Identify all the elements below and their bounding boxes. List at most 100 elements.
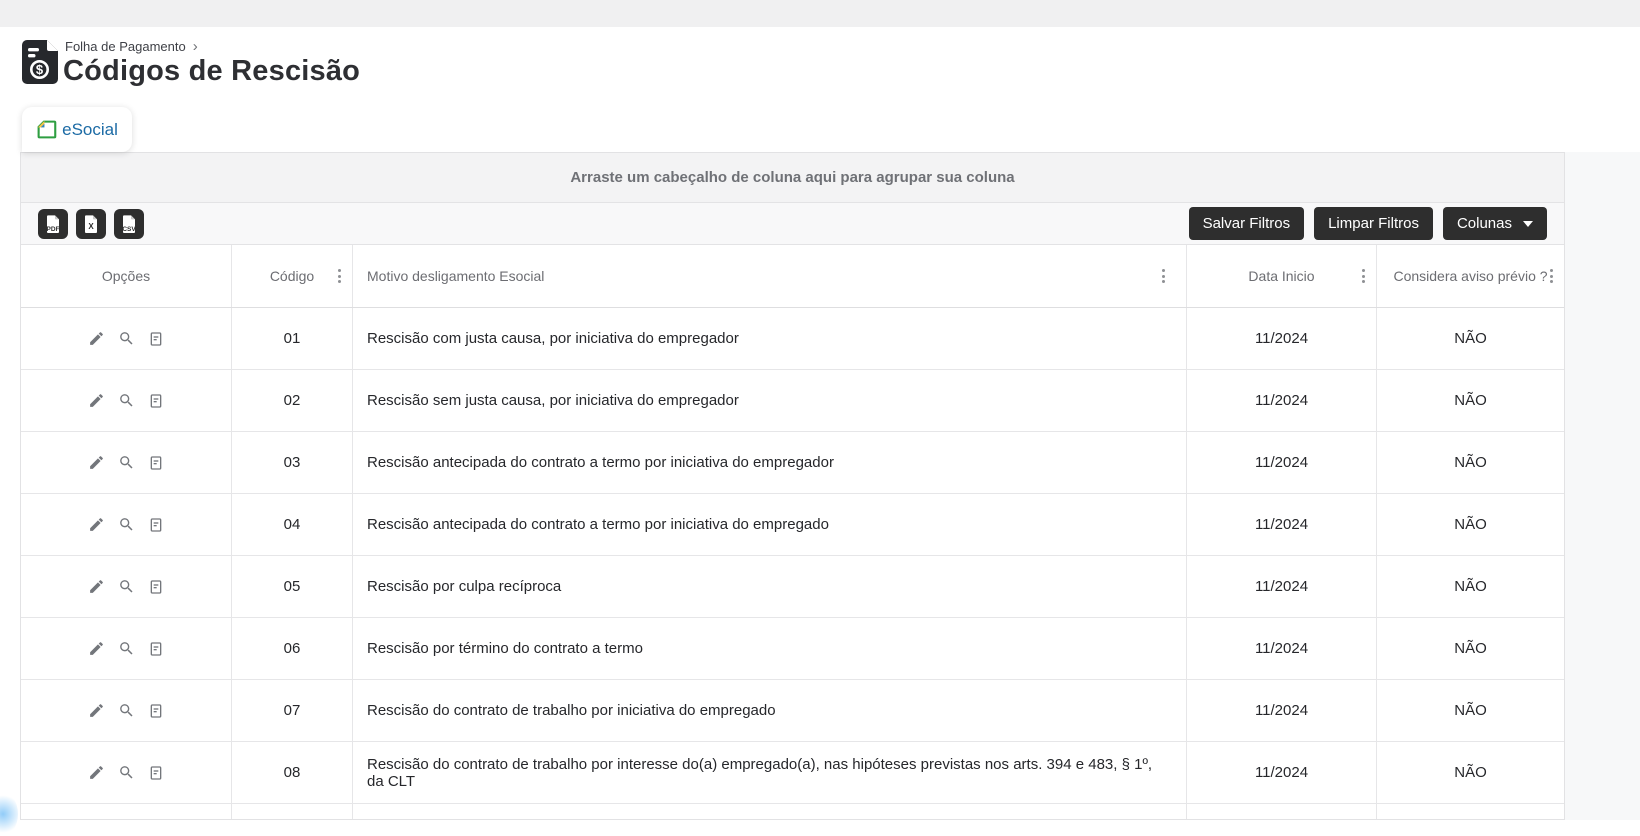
column-header-opcoes[interactable]: Opções (21, 245, 232, 307)
column-menu-icon[interactable] (1359, 265, 1368, 287)
row-actions-cell (21, 432, 232, 493)
considera-aviso-cell: NÃO (1377, 618, 1564, 679)
magnifier-icon (118, 516, 135, 533)
page-title: Códigos de Rescisão (63, 55, 360, 88)
codigo-cell: 08 (232, 742, 353, 803)
columns-button-label: Colunas (1457, 215, 1512, 232)
edit-button[interactable] (88, 640, 105, 657)
clear-filters-button[interactable]: Limpar Filtros (1314, 207, 1433, 240)
view-button[interactable] (118, 578, 135, 595)
pencil-icon (88, 516, 105, 533)
edit-button[interactable] (88, 702, 105, 719)
column-menu-icon[interactable] (1159, 265, 1168, 287)
view-button[interactable] (118, 516, 135, 533)
file-pdf-icon (45, 214, 61, 234)
log-button[interactable] (148, 393, 164, 409)
table-header: Opções Código Motivo desligamento Esocia… (21, 245, 1564, 308)
pencil-icon (88, 392, 105, 409)
group-drop-hint: Arraste um cabeçalho de coluna aqui para… (570, 169, 1014, 186)
view-button[interactable] (118, 330, 135, 347)
document-icon (148, 517, 164, 533)
breadcrumb-link[interactable]: Folha de Pagamento (65, 39, 186, 54)
column-label: Opções (102, 268, 150, 284)
considera-aviso-cell: NÃO (1377, 680, 1564, 741)
row-actions-cell (21, 370, 232, 431)
row-actions-cell (21, 308, 232, 369)
column-header-data-inicio[interactable]: Data Inicio (1187, 245, 1377, 307)
edit-button[interactable] (88, 454, 105, 471)
bottom-left-glow (0, 792, 18, 836)
group-drop-zone[interactable]: Arraste um cabeçalho de coluna aqui para… (21, 153, 1564, 203)
edit-button[interactable] (88, 392, 105, 409)
magnifier-icon (118, 764, 135, 781)
table-body: 01 Rescisão com justa causa, por iniciat… (21, 308, 1564, 804)
log-button[interactable] (148, 703, 164, 719)
row-actions-cell (21, 556, 232, 617)
column-header-motivo[interactable]: Motivo desligamento Esocial (353, 245, 1187, 307)
edit-button[interactable] (88, 516, 105, 533)
export-excel-button[interactable]: X (76, 209, 106, 239)
right-gutter (1565, 152, 1640, 820)
edit-button[interactable] (88, 578, 105, 595)
magnifier-icon (118, 330, 135, 347)
magnifier-icon (118, 454, 135, 471)
row-actions-cell (21, 680, 232, 741)
column-menu-icon[interactable] (335, 265, 344, 287)
view-button[interactable] (118, 454, 135, 471)
data-inicio-cell: 11/2024 (1187, 494, 1377, 555)
table-row: 07 Rescisão do contrato de trabalho por … (21, 680, 1564, 742)
log-button[interactable] (148, 455, 164, 471)
export-csv-button[interactable]: CSV (114, 209, 144, 239)
document-icon (148, 331, 164, 347)
motivo-cell: Rescisão sem justa causa, por iniciativa… (353, 370, 1187, 431)
data-inicio-cell: 11/2024 (1187, 618, 1377, 679)
table-row: 05 Rescisão por culpa recíproca 11/2024 … (21, 556, 1564, 618)
file-csv-icon (121, 214, 137, 234)
column-header-codigo[interactable]: Código (232, 245, 353, 307)
codigo-cell: 01 (232, 308, 353, 369)
log-button[interactable] (148, 517, 164, 533)
considera-aviso-cell: NÃO (1377, 370, 1564, 431)
log-button[interactable] (148, 331, 164, 347)
edit-button[interactable] (88, 330, 105, 347)
view-button[interactable] (118, 640, 135, 657)
log-button[interactable] (148, 579, 164, 595)
payroll-document-icon: $ (22, 40, 58, 84)
motivo-cell: Rescisão do contrato de trabalho por int… (353, 742, 1187, 803)
motivo-cell: Rescisão do contrato de trabalho por ini… (353, 680, 1187, 741)
column-label: Motivo desligamento Esocial (367, 268, 544, 284)
file-excel-icon (83, 214, 99, 234)
table-row: 04 Rescisão antecipada do contrato a ter… (21, 494, 1564, 556)
view-button[interactable] (118, 392, 135, 409)
columns-button[interactable]: Colunas (1443, 207, 1547, 240)
magnifier-icon (118, 578, 135, 595)
motivo-cell: Rescisão com justa causa, por iniciativa… (353, 308, 1187, 369)
edit-button[interactable] (88, 764, 105, 781)
row-actions-cell (21, 742, 232, 803)
document-icon (148, 579, 164, 595)
pencil-icon (88, 764, 105, 781)
document-icon (148, 455, 164, 471)
tab-esocial[interactable]: eSocial (22, 107, 132, 152)
view-button[interactable] (118, 702, 135, 719)
breadcrumb: Folha de Pagamento › (65, 39, 198, 54)
top-strip (0, 0, 1640, 27)
column-menu-icon[interactable] (1547, 265, 1556, 287)
column-label: Código (270, 268, 314, 284)
pencil-icon (88, 578, 105, 595)
table-row: 06 Rescisão por término do contrato a te… (21, 618, 1564, 680)
view-button[interactable] (118, 764, 135, 781)
motivo-cell: Rescisão por culpa recíproca (353, 556, 1187, 617)
column-header-considera-aviso[interactable]: Considera aviso prévio ? (1377, 245, 1564, 307)
log-button[interactable] (148, 641, 164, 657)
log-button[interactable] (148, 765, 164, 781)
data-inicio-cell: 11/2024 (1187, 432, 1377, 493)
table-row: 02 Rescisão sem justa causa, por iniciat… (21, 370, 1564, 432)
data-inicio-cell: 11/2024 (1187, 680, 1377, 741)
grid-toolbar: PDF X CSV Salvar Filtros Limpar Filtros … (21, 203, 1564, 245)
save-filters-button[interactable]: Salvar Filtros (1189, 207, 1305, 240)
row-actions-cell (21, 618, 232, 679)
export-pdf-button[interactable]: PDF (38, 209, 68, 239)
motivo-cell: Rescisão antecipada do contrato a termo … (353, 432, 1187, 493)
considera-aviso-cell: NÃO (1377, 494, 1564, 555)
